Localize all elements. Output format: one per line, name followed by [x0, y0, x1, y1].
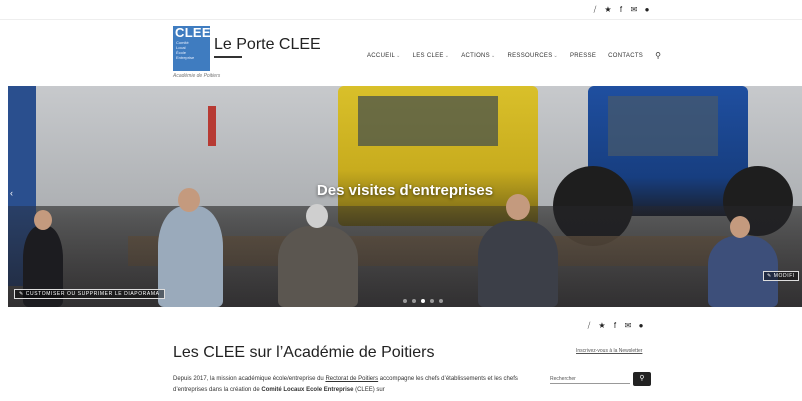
nav-label: RESSOURCES: [507, 52, 553, 59]
hero-caption[interactable]: Des visites d'entreprises: [8, 182, 802, 199]
nav-item-contacts[interactable]: CONTACTS: [608, 53, 643, 59]
search-icon: ⚲: [639, 375, 645, 382]
site-tagline: Académie de Poitiers: [173, 73, 221, 79]
twitter-icon[interactable]: ★: [604, 6, 612, 14]
modify-slide-label: MODIFI: [773, 273, 795, 279]
github-icon[interactable]: ●: [643, 6, 651, 14]
rss-icon[interactable]: ⧸: [591, 6, 599, 14]
rectorat-link[interactable]: Rectorat de Poitiers: [325, 376, 378, 382]
chevron-down-icon: ⌄: [553, 52, 558, 59]
nav-label: ACTIONS: [461, 52, 490, 59]
search-button[interactable]: ⚲: [633, 372, 651, 386]
rss-icon[interactable]: ⧸: [585, 322, 593, 330]
hero-photo-head: [730, 216, 750, 238]
mail-icon[interactable]: ✉: [624, 322, 632, 330]
intro-text: (CLEE) sur: [353, 387, 385, 393]
nav-item-ressources[interactable]: RESSOURCES⌄: [507, 53, 558, 59]
hero-photo-person: [278, 226, 358, 307]
hero-slider: Des visites d'entreprises ‹ ✎ CUSTOMISER…: [8, 86, 802, 307]
site-header: CLEE Comité Local École Entreprise Le Po…: [0, 20, 802, 86]
title-underline: [214, 56, 242, 58]
slider-dot[interactable]: [439, 299, 443, 303]
hero-photo-harvester-cab: [358, 96, 498, 146]
nav-item-accueil[interactable]: ACCUEIL⌄: [367, 53, 401, 59]
facebook-icon[interactable]: f: [611, 322, 619, 330]
slider-dot[interactable]: [412, 299, 416, 303]
content-social-links: ⧸ ★ f ✉ ●: [585, 322, 645, 330]
slider-dot-active[interactable]: [421, 299, 425, 303]
hero-photo-person: [478, 221, 558, 307]
nav-item-presse[interactable]: PRESSE: [570, 53, 596, 59]
chevron-down-icon: ⌄: [444, 52, 450, 59]
chevron-left-icon[interactable]: ‹: [10, 188, 13, 198]
site-logo[interactable]: CLEE Comité Local École Entreprise: [173, 26, 210, 71]
customize-slider-button[interactable]: ✎ CUSTOMISER OU SUPPRIMER LE DIAPORAMA: [14, 289, 165, 299]
pencil-icon: ✎: [767, 273, 774, 279]
page-title: Les CLEE sur l’Académie de Poitiers: [173, 344, 435, 361]
hero-photo-sign: [208, 106, 216, 146]
search-icon[interactable]: ⚲: [655, 51, 661, 60]
facebook-icon[interactable]: f: [617, 6, 625, 14]
customize-slider-label: CUSTOMISER OU SUPPRIMER LE DIAPORAMA: [25, 291, 160, 297]
search-placeholder: Rechercher: [550, 376, 576, 382]
nav-label: ACCUEIL: [367, 52, 396, 59]
nav-label: PRESSE: [570, 52, 597, 59]
top-bar: ⧸ ★ f ✉ ●: [0, 0, 802, 20]
nav-label: CONTACTS: [608, 52, 644, 59]
modify-slide-button[interactable]: ✎ MODIFI: [763, 271, 799, 281]
hero-photo-tractor-cab: [608, 96, 718, 156]
main-nav: ACCUEIL⌄ LES CLEE⌄ ACTIONS⌄ RESSOURCES⌄ …: [367, 51, 661, 60]
hero-photo-head: [34, 210, 52, 230]
site-title[interactable]: Le Porte CLEE: [214, 36, 321, 54]
logo-text: CLEE: [175, 26, 210, 40]
hero-photo-head: [306, 204, 328, 228]
chevron-down-icon: ⌄: [490, 52, 496, 59]
slider-dot[interactable]: [430, 299, 434, 303]
logo-line-4: Entreprise: [176, 55, 195, 60]
intro-text: Depuis 2017, la mission académique école…: [173, 376, 326, 382]
twitter-icon[interactable]: ★: [598, 322, 606, 330]
slider-dots: [403, 299, 443, 303]
github-icon[interactable]: ●: [637, 322, 645, 330]
intro-paragraph: Depuis 2017, la mission académique école…: [173, 374, 533, 396]
intro-bold: Comité Locaux Ecole Entreprise: [261, 387, 354, 393]
pencil-icon: ✎: [19, 291, 26, 297]
mail-icon[interactable]: ✉: [630, 6, 638, 14]
nav-label: LES CLEE: [412, 52, 444, 59]
slider-dot[interactable]: [403, 299, 407, 303]
chevron-down-icon: ⌄: [396, 52, 401, 59]
top-social-links: ⧸ ★ f ✉ ●: [591, 6, 651, 14]
nav-item-actions[interactable]: ACTIONS⌄: [461, 53, 495, 59]
hero-photo-person: [158, 206, 223, 307]
search-input[interactable]: [550, 383, 630, 384]
nav-item-les-clee[interactable]: LES CLEE⌄: [413, 53, 450, 59]
newsletter-link[interactable]: Inscrivez-vous à la Newsletter: [576, 348, 642, 354]
